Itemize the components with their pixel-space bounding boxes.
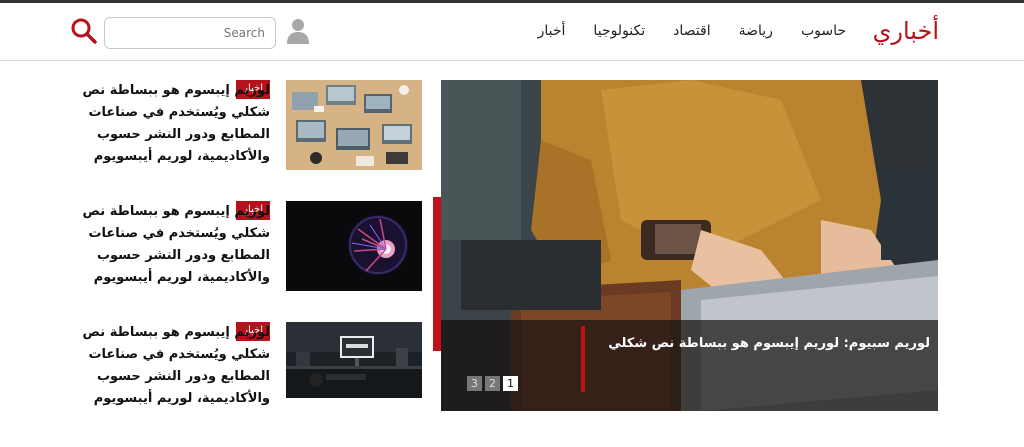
slide-title[interactable]: لوريم سبيوم: لوريم إيبسوم هو ببساطة نص ش… (590, 336, 930, 351)
slider-page-1[interactable]: 1 (503, 376, 518, 391)
nav-item-news[interactable]: أخبار (538, 23, 566, 39)
nav-item-economy[interactable]: اقتصاد (673, 23, 710, 39)
article-thumbnail-desk-monitor[interactable] (286, 322, 422, 412)
nav-item-sports[interactable]: رياضة (739, 23, 773, 39)
user-icon[interactable] (286, 17, 310, 45)
article-thumbnail-plasma-ball[interactable] (286, 201, 422, 291)
side-article[interactable]: اخبار لوريم إيبسوم هو ببساطة نص شكلي ويُ… (80, 80, 422, 172)
side-article[interactable]: اخبار لوريم إيبسوم هو ببساطة نص شكلي ويُ… (80, 322, 422, 414)
nav-item-computer[interactable]: حاسوب (801, 23, 846, 39)
search-input[interactable] (104, 17, 276, 49)
caption-accent-bar (581, 326, 585, 392)
slider-page-3[interactable]: 3 (467, 376, 482, 391)
slider-pagination: 3 2 1 (467, 376, 518, 391)
featured-slider[interactable]: لوريم سبيوم: لوريم إيبسوم هو ببساطة نص ش… (441, 80, 938, 411)
side-article[interactable]: اخبار لوريم إيبسوم هو ببساطة نص شكلي ويُ… (80, 201, 422, 293)
article-thumbnail-laptops[interactable] (286, 80, 422, 170)
article-title[interactable]: لوريم إيبسوم هو ببساطة نص شكلي ويُستخدم … (70, 201, 270, 289)
search-icon[interactable] (70, 17, 98, 45)
main-nav: أخبار تكنولوجيا اقتصاد رياضة حاسوب (538, 23, 846, 39)
slider-page-2[interactable]: 2 (485, 376, 500, 391)
article-title[interactable]: لوريم إيبسوم هو ببساطة نص شكلي ويُستخدم … (70, 322, 270, 410)
article-title[interactable]: لوريم إيبسوم هو ببساطة نص شكلي ويُستخدم … (70, 80, 270, 168)
site-header: أخبار تكنولوجيا اقتصاد رياضة حاسوب أخبار… (0, 3, 1024, 61)
slide-caption[interactable]: لوريم سبيوم: لوريم إيبسوم هو ببساطة نص ش… (441, 320, 938, 411)
nav-item-technology[interactable]: تكنولوجيا (593, 23, 645, 39)
site-logo[interactable]: أخباري (873, 17, 939, 45)
